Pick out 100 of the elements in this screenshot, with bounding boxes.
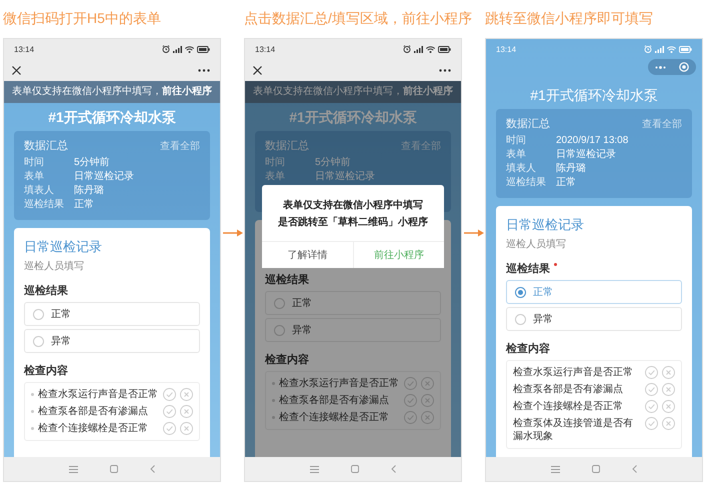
check-icon[interactable] — [645, 417, 658, 430]
step-caption: 点击数据汇总/填写区域，前往小程序 — [244, 9, 472, 28]
summary-heading: 数据汇总 — [24, 139, 68, 153]
check-item: 检查个连接螺栓是否正常 — [513, 400, 624, 413]
check-icon[interactable] — [404, 377, 417, 390]
check-item: 检查个连接螺栓是否正常 — [279, 411, 390, 424]
battery-icon — [197, 46, 210, 52]
check-item: 检查水泵运行声音是否正常 — [38, 388, 159, 401]
step-caption: 跳转至微信小程序即可填写 — [485, 9, 653, 28]
summary-value: 陈丹璐 — [74, 184, 104, 198]
radio-option[interactable]: 异常 — [265, 318, 441, 342]
radio-option[interactable]: 异常 — [24, 329, 200, 353]
check-item: 检查个连接螺栓是否正常 — [38, 422, 149, 435]
check-icon[interactable] — [404, 394, 417, 407]
bullet-icon — [31, 410, 34, 413]
question-label: 巡检结果 — [24, 284, 68, 298]
view-all-link[interactable]: 查看全部 — [642, 116, 682, 130]
more-icon[interactable] — [439, 68, 451, 72]
summary-value: 5分钟前 — [74, 156, 110, 170]
check-icon[interactable] — [645, 400, 658, 413]
status-time: 13:14 — [14, 44, 34, 54]
summary-label: 填表人 — [506, 162, 537, 176]
bullet-icon — [31, 427, 34, 430]
summary-label: 表单 — [506, 148, 527, 162]
check-item: 检查泵各部是否有渗漏点 — [279, 394, 390, 407]
summary-heading: 数据汇总 — [506, 117, 550, 131]
arrow-icon — [464, 229, 484, 237]
section-heading: 检查内容 — [506, 342, 551, 356]
alarm-icon — [644, 45, 652, 53]
alarm-icon — [162, 45, 170, 53]
check-item: 检查水泵运行声音是否正常 — [513, 366, 634, 379]
form-subtitle: 巡检人员填写 — [506, 238, 567, 251]
menu-icon[interactable] — [551, 466, 560, 472]
home-icon[interactable] — [351, 465, 359, 473]
summary-label: 巡检结果 — [24, 198, 65, 212]
wifi-icon — [185, 46, 194, 52]
signal-icon — [655, 46, 664, 52]
step-caption: 微信扫码打开H5中的表单 — [3, 9, 161, 28]
wifi-icon — [667, 46, 676, 52]
summary-value: 日常巡检记录 — [315, 170, 375, 184]
view-all-link[interactable]: 查看全部 — [401, 138, 441, 152]
section-heading: 检查内容 — [265, 352, 310, 367]
radio-option[interactable]: 正常 — [265, 291, 441, 315]
summary-value: 日常巡检记录 — [74, 170, 134, 184]
wifi-icon — [426, 46, 435, 52]
summary-card[interactable]: 数据汇总 查看全部 时间 2020/9/17 13:08 表单 日常巡检记录 填表人 陈丹璐 巡检结果 正常 — [496, 109, 692, 198]
arrow-icon — [222, 229, 242, 237]
form-title: 日常巡检记录 — [24, 238, 103, 256]
check-item: 检查泵各部是否有渗漏点 — [38, 405, 149, 418]
back-icon[interactable] — [391, 465, 396, 473]
back-icon[interactable] — [150, 465, 155, 473]
radio-option[interactable]: 正常 — [24, 302, 200, 326]
dialog-message: 是否跳转至「草料二维码」小程序 — [277, 215, 429, 230]
summary-label: 填表人 — [24, 184, 55, 198]
summary-label: 表单 — [24, 170, 45, 184]
view-all-link[interactable]: 查看全部 — [160, 138, 200, 152]
check-item: 检查水泵运行声音是否正常 — [279, 377, 400, 390]
check-item: 检查泵体及连接管道是否有漏水现象 — [513, 417, 634, 443]
summary-label: 时间 — [24, 156, 45, 170]
battery-icon — [679, 46, 692, 52]
summary-value: 日常巡检记录 — [556, 148, 616, 162]
alarm-icon — [403, 45, 411, 53]
notice-banner[interactable]: 表单仅支持在微信小程序中填写，前往小程序 — [245, 81, 461, 103]
form-subtitle: 巡检人员填写 — [24, 260, 85, 273]
page-title: #1开式循环冷却水泵 — [529, 86, 659, 105]
page-title: #1开式循环冷却水泵 — [47, 108, 177, 127]
summary-card[interactable]: 数据汇总 查看全部 时间 5分钟前 表单 日常巡检记录 填表人 陈丹璐 巡检结果 正常 — [14, 131, 210, 220]
status-time: 13:14 — [255, 44, 276, 54]
dialog-message: 表单仅支持在微信小程序中填写 — [282, 198, 424, 213]
summary-value: 5分钟前 — [315, 156, 351, 170]
summary-value: 陈丹璐 — [556, 162, 586, 176]
summary-label: 表单 — [265, 170, 286, 184]
summary-label: 时间 — [506, 134, 527, 148]
home-icon[interactable] — [110, 465, 118, 473]
more-icon[interactable] — [198, 68, 210, 72]
signal-icon — [414, 46, 423, 52]
radio-option[interactable]: 异常 — [506, 307, 682, 331]
signal-icon — [173, 46, 182, 52]
check-icon[interactable] — [163, 405, 176, 418]
menu-icon[interactable] — [310, 466, 319, 472]
check-icon[interactable] — [404, 411, 417, 424]
dialog-button[interactable]: 前往小程序 — [352, 242, 444, 268]
summary-value: 正常 — [74, 198, 94, 212]
back-icon[interactable] — [632, 465, 637, 473]
bullet-icon — [31, 393, 34, 396]
summary-value: 2020/9/17 13:08 — [556, 134, 628, 148]
radio-option[interactable]: 正常 — [506, 280, 682, 304]
menu-icon[interactable] — [69, 466, 78, 472]
battery-icon — [438, 46, 451, 52]
check-icon[interactable] — [163, 388, 176, 401]
home-icon[interactable] — [592, 465, 600, 473]
check-icon[interactable] — [645, 366, 658, 379]
status-time: 13:14 — [496, 44, 516, 54]
form-title: 日常巡检记录 — [506, 216, 585, 234]
section-heading: 检查内容 — [24, 364, 69, 378]
check-icon[interactable] — [645, 383, 658, 396]
notice-banner[interactable]: 表单仅支持在微信小程序中填写，前往小程序 — [4, 81, 220, 103]
question-label: 巡检结果 — [506, 261, 557, 276]
check-item: 检查泵各部是否有渗漏点 — [513, 383, 624, 396]
check-icon[interactable] — [163, 422, 176, 435]
